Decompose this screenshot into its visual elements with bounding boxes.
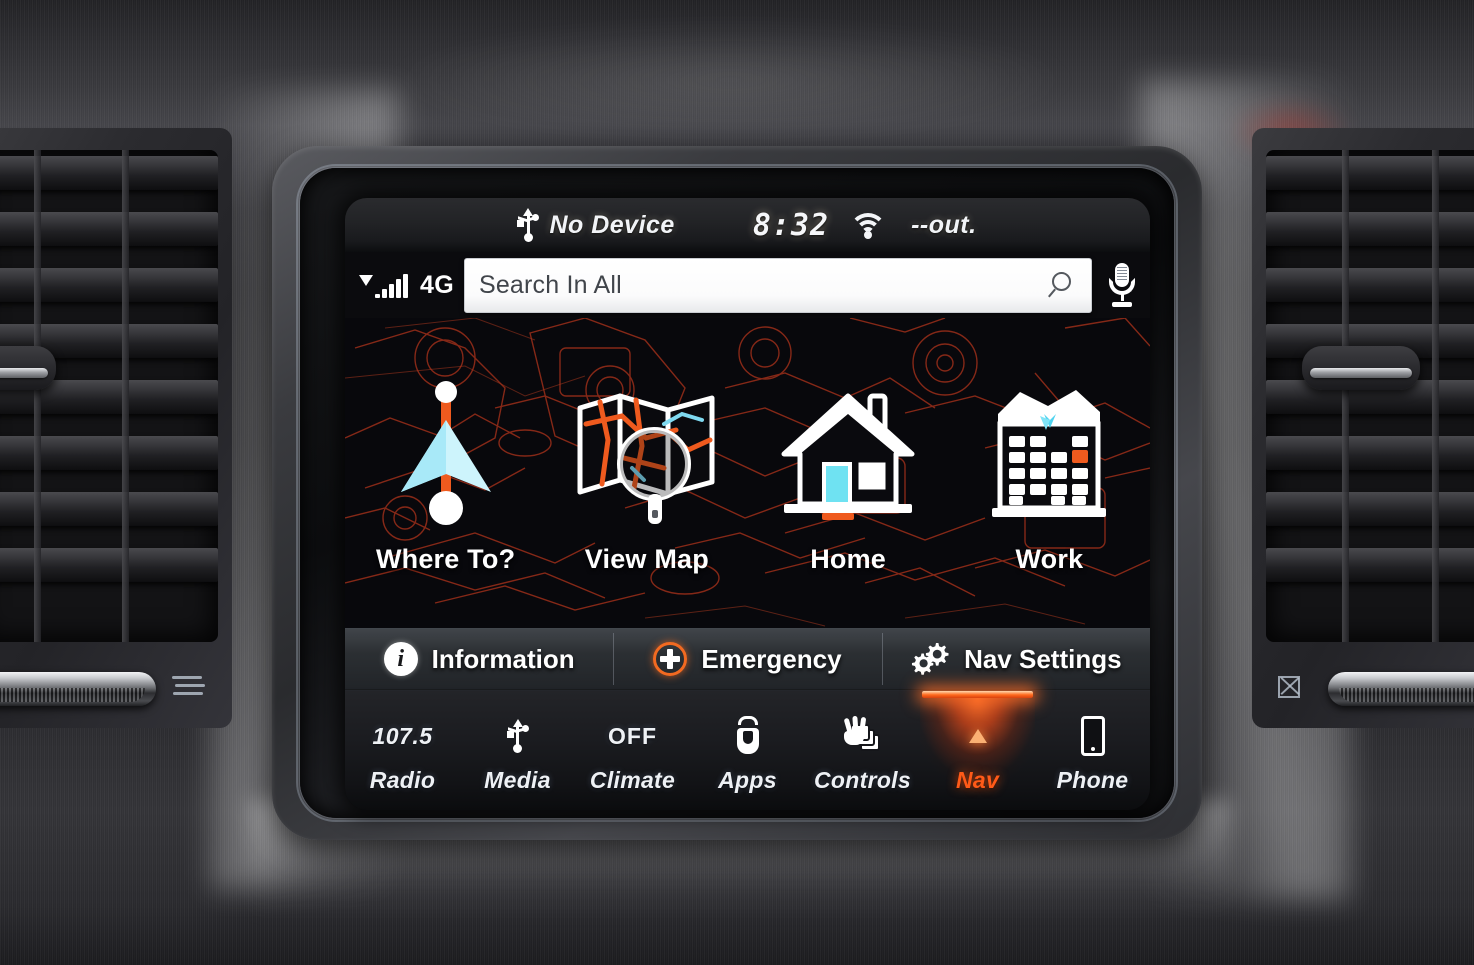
nav-triangle-icon	[968, 713, 987, 759]
search-icon[interactable]	[1048, 272, 1075, 298]
search-row: 4G Search In All	[345, 252, 1150, 318]
nav-tile-label: Home	[810, 543, 887, 574]
gears-icon	[910, 642, 950, 676]
tab-phone[interactable]: Phone	[1035, 691, 1150, 810]
tab-radio[interactable]: 107.5 Radio	[345, 691, 460, 810]
tab-apps[interactable]: Apps	[690, 691, 805, 810]
nav-tile-label: Where To?	[375, 543, 516, 574]
air-vent-left[interactable]	[0, 128, 232, 728]
office-building-icon	[984, 380, 1114, 530]
emergency-button[interactable]: Emergency	[613, 629, 881, 689]
climate-state-display: OFF	[608, 713, 657, 759]
uconnect-u-icon	[731, 713, 765, 759]
nav-tile-where-to[interactable]: Where To?	[345, 318, 546, 628]
signal-bars-icon	[359, 272, 408, 298]
vent-louvers-left	[0, 150, 218, 642]
radio-frequency-display: 107.5	[372, 713, 432, 759]
search-placeholder: Search In All	[478, 270, 622, 299]
tab-controls[interactable]: Controls	[805, 691, 920, 810]
vent-slats-left	[0, 150, 218, 642]
outside-temperature: --out.	[911, 210, 977, 239]
nav-tile-label: View Map	[584, 543, 709, 574]
uconnect-touchscreen[interactable]: No Device 8:32 --out. 4G Search In All W…	[345, 198, 1150, 810]
car-dashboard: No Device 8:32 --out. 4G Search In All W…	[0, 0, 1474, 965]
map-magnifier-icon	[572, 380, 722, 530]
tab-climate[interactable]: OFF Climate	[575, 691, 690, 810]
vent-slats-right	[1266, 150, 1474, 642]
microphone-icon[interactable]	[1106, 263, 1138, 307]
tab-label-media: Media	[484, 767, 551, 793]
nav-settings-label: Nav Settings	[964, 643, 1122, 674]
nav-tile-home[interactable]: Home	[748, 318, 949, 628]
tab-media[interactable]: Media	[460, 691, 575, 810]
vent-slider-left[interactable]	[0, 672, 156, 706]
air-vent-right[interactable]	[1252, 128, 1474, 728]
tab-label-phone: Phone	[1056, 767, 1129, 793]
house-icon	[778, 380, 918, 530]
airflow-icon	[172, 676, 206, 698]
dashboard-highlight	[380, 20, 1080, 140]
network-type-label: 4G	[420, 270, 454, 299]
usb-icon	[506, 713, 529, 759]
navigation-arrow-icon	[391, 380, 501, 530]
nav-tile-label: Work	[1015, 543, 1084, 574]
nav-tile-grid: Where To? View Map Home Work	[345, 318, 1150, 628]
tab-label-apps: Apps	[718, 767, 777, 793]
vent-knob-left[interactable]	[0, 346, 56, 390]
usb-device-status: No Device	[517, 208, 675, 242]
climate-state-value: OFF	[608, 722, 657, 749]
emergency-plus-icon	[653, 642, 688, 676]
vent-knob-right[interactable]	[1302, 346, 1420, 390]
tab-nav[interactable]: Nav	[920, 691, 1035, 810]
tab-label-radio: Radio	[369, 767, 436, 793]
nav-tile-view-map[interactable]: View Map	[546, 318, 747, 628]
phone-icon	[1080, 713, 1105, 759]
vent-slider-right[interactable]	[1328, 672, 1474, 706]
tab-label-controls: Controls	[814, 767, 911, 793]
tab-label-climate: Climate	[589, 767, 676, 793]
nav-home-content: Where To? View Map Home Work	[345, 318, 1150, 628]
information-button[interactable]: i Information	[345, 629, 613, 689]
wifi-icon	[849, 211, 888, 239]
radio-frequency-value: 107.5	[372, 722, 433, 749]
vent-louvers-right	[1266, 150, 1474, 642]
emergency-label: Emergency	[701, 643, 842, 674]
nav-action-bar: i Information Emergency Nav Settings	[345, 628, 1150, 690]
information-label: Information	[431, 643, 575, 674]
nav-settings-button[interactable]: Nav Settings	[881, 629, 1150, 689]
vent-close-icon	[1278, 676, 1300, 698]
search-input[interactable]: Search In All	[463, 257, 1092, 313]
usb-icon	[517, 208, 540, 242]
tab-label-nav: Nav	[955, 767, 1000, 793]
info-circle-icon: i	[383, 642, 418, 676]
device-status-label: No Device	[549, 210, 675, 239]
main-tab-bar: 107.5 Radio Media OFF Climate Apps Contr…	[345, 690, 1150, 810]
nav-tile-work[interactable]: Work	[949, 318, 1150, 628]
hand-seat-icon	[842, 713, 884, 759]
status-bar: No Device 8:32 --out.	[345, 198, 1150, 252]
clock: 8:32	[752, 207, 830, 243]
